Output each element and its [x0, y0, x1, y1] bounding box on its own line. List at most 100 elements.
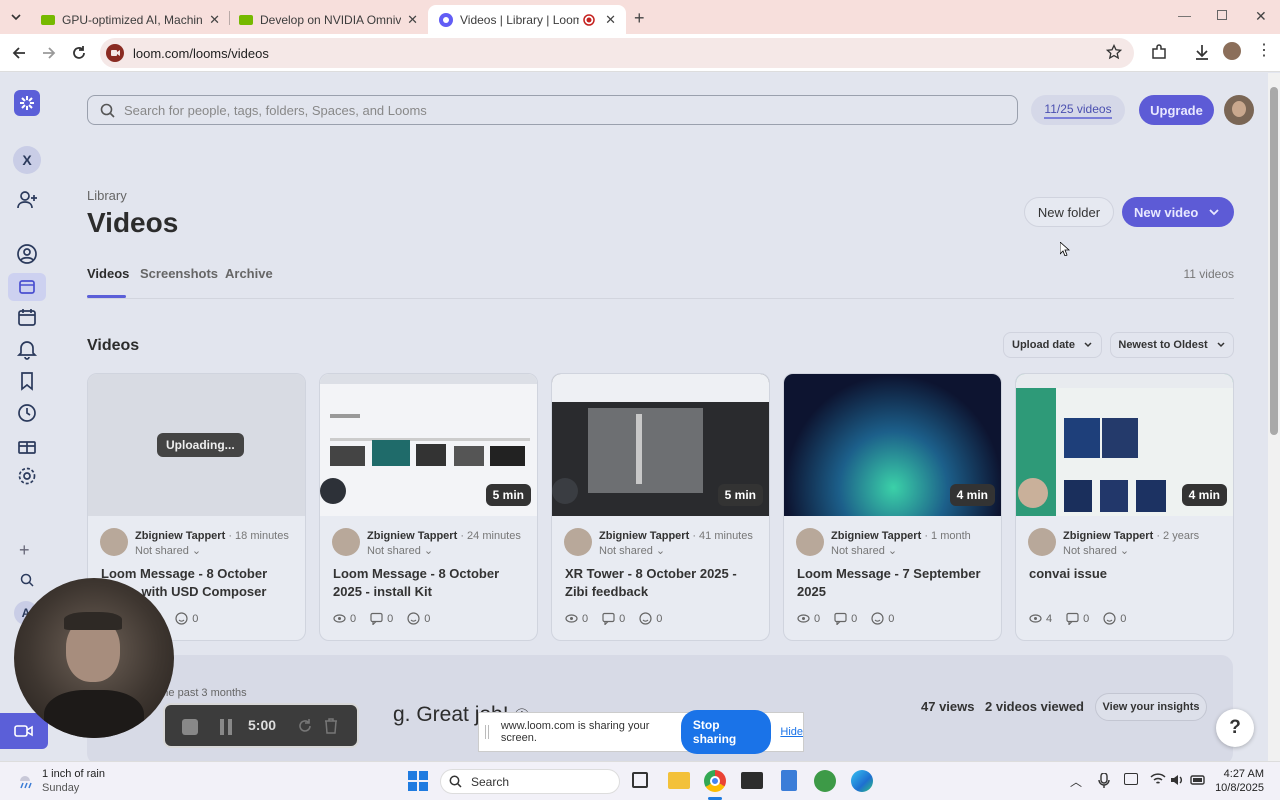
- webcam-bubble[interactable]: [14, 578, 174, 738]
- volume-icon[interactable]: [1170, 773, 1186, 787]
- bookmark-star-icon[interactable]: [1106, 44, 1122, 60]
- loom-page: X + A Search for people, tags, folders, …: [0, 73, 1268, 761]
- stop-sharing-button[interactable]: Stop sharing: [680, 710, 772, 754]
- recording-icon: [583, 13, 595, 26]
- task-view-icon[interactable]: [632, 772, 648, 788]
- restart-icon[interactable]: [297, 718, 313, 734]
- sharing-status[interactable]: Not shared ⌄: [367, 544, 433, 557]
- tab-videos[interactable]: Videos: [87, 266, 129, 281]
- video-title[interactable]: convai issue: [1029, 565, 1225, 583]
- taskbar-search[interactable]: Search: [440, 769, 620, 794]
- close-tab-icon[interactable]: ✕: [605, 12, 616, 28]
- video-card[interactable]: 4 min Zbigniew Tappert · 1 month Not sha…: [783, 373, 1002, 641]
- tab-archive[interactable]: Archive: [225, 266, 273, 281]
- tab-screenshots[interactable]: Screenshots: [140, 266, 218, 281]
- window-close-icon[interactable]: ✕: [1255, 8, 1267, 25]
- settings-gear-icon[interactable]: [16, 465, 38, 487]
- minimize-icon[interactable]: —: [1178, 8, 1191, 23]
- sidebar-item-library-active[interactable]: [8, 273, 46, 301]
- sharing-status[interactable]: Not shared ⌄: [135, 544, 201, 557]
- address-bar[interactable]: loom.com/looms/videos: [100, 38, 1134, 68]
- sidebar-search-icon[interactable]: [20, 573, 34, 587]
- page-scrollbar[interactable]: [1268, 73, 1280, 761]
- video-title[interactable]: Loom Message - 7 September 2025: [797, 565, 993, 601]
- edge-icon[interactable]: [851, 770, 873, 792]
- video-title[interactable]: XR Tower - 8 October 2025 - Zibi feedbac…: [565, 565, 761, 601]
- video-title[interactable]: Loom Message - 8 October 2025 - install …: [333, 565, 529, 601]
- chrome-icon[interactable]: [704, 770, 726, 792]
- profile-circle-icon[interactable]: [16, 243, 38, 265]
- video-thumbnail[interactable]: 4 min: [1016, 374, 1233, 516]
- file-explorer-icon[interactable]: [668, 772, 690, 789]
- new-folder-button[interactable]: New folder: [1024, 197, 1114, 227]
- user-avatar[interactable]: [1224, 95, 1254, 125]
- sort-order-dropdown[interactable]: Newest to Oldest: [1110, 332, 1234, 358]
- weather-condition[interactable]: 1 inch of rain: [42, 768, 105, 780]
- extensions-icon[interactable]: [1150, 43, 1168, 61]
- smile-icon: [639, 612, 652, 625]
- drag-handle-icon[interactable]: [485, 725, 489, 739]
- tab-nvidia-omniverse[interactable]: Develop on NVIDIA Omniverse ✕: [238, 5, 418, 34]
- workspace-avatar[interactable]: X: [13, 146, 41, 174]
- video-thumbnail[interactable]: 5 min: [320, 374, 537, 516]
- back-icon[interactable]: [10, 44, 28, 62]
- battery-icon[interactable]: [1190, 773, 1208, 787]
- video-thumbnail[interactable]: Uploading...: [88, 374, 305, 516]
- tab-nvidia-ai[interactable]: GPU-optimized AI, Machine Le... ✕: [40, 5, 220, 34]
- calendar-icon[interactable]: [16, 306, 38, 328]
- upgrade-button[interactable]: Upgrade: [1139, 95, 1214, 125]
- view-insights-button[interactable]: View your insights: [1095, 693, 1207, 721]
- notepad-icon[interactable]: [781, 770, 797, 791]
- microphone-icon[interactable]: [1098, 773, 1110, 789]
- download-icon[interactable]: [1193, 43, 1211, 61]
- close-tab-icon[interactable]: ✕: [209, 12, 220, 28]
- sharing-status[interactable]: Not shared ⌄: [1063, 544, 1129, 557]
- weather-rain-icon[interactable]: [16, 771, 36, 791]
- sharing-status[interactable]: Not shared ⌄: [831, 544, 897, 557]
- sort-field-dropdown[interactable]: Upload date: [1003, 332, 1102, 358]
- maximize-icon[interactable]: [1217, 10, 1227, 20]
- profile-avatar[interactable]: [1223, 42, 1241, 60]
- video-quota[interactable]: 11/25 videos: [1031, 95, 1125, 125]
- pause-icon[interactable]: [219, 719, 233, 735]
- video-card[interactable]: 5 min Zbigniew Tappert · 24 minutes Not …: [319, 373, 538, 641]
- bell-icon[interactable]: [16, 338, 38, 360]
- loom-logo-icon[interactable]: [14, 90, 40, 116]
- clock-time[interactable]: 4:27 AM: [1218, 768, 1264, 780]
- video-card[interactable]: 4 min Zbigniew Tappert · 2 years Not sha…: [1015, 373, 1234, 641]
- wifi-icon[interactable]: [1150, 773, 1166, 786]
- tab-loom-videos[interactable]: Videos | Library | Loom ✕: [428, 5, 626, 34]
- windows-taskbar: 1 inch of rain Sunday Search ︿ 4:27 AM 1…: [0, 761, 1280, 800]
- hide-link[interactable]: Hide: [780, 726, 803, 738]
- menu-kebab-icon[interactable]: ⋮: [1256, 43, 1272, 59]
- library-icon: [19, 280, 35, 294]
- breadcrumb[interactable]: Library: [87, 188, 127, 203]
- video-thumbnail[interactable]: 4 min: [784, 374, 1001, 516]
- trash-icon[interactable]: [324, 718, 338, 734]
- site-info-icon[interactable]: [106, 44, 124, 62]
- video-thumbnail[interactable]: 5 min: [552, 374, 769, 516]
- new-tab-icon[interactable]: +: [634, 8, 645, 29]
- help-button[interactable]: ?: [1216, 709, 1254, 747]
- scrollbar-thumb[interactable]: [1270, 87, 1278, 435]
- search-input[interactable]: Search for people, tags, folders, Spaces…: [87, 95, 1018, 125]
- clock-date[interactable]: 10/8/2025: [1208, 782, 1264, 794]
- reload-icon[interactable]: [70, 44, 88, 62]
- invite-user-icon[interactable]: [16, 189, 38, 211]
- stop-recording-icon[interactable]: [182, 719, 198, 735]
- tray-chevron-icon[interactable]: ︿: [1070, 773, 1082, 790]
- nvidia-app-icon[interactable]: [814, 770, 836, 792]
- tab-search-icon[interactable]: [8, 9, 24, 25]
- sharing-status[interactable]: Not shared ⌄: [599, 544, 665, 557]
- video-card[interactable]: 5 min Zbigniew Tappert · 41 minutes Not …: [551, 373, 770, 641]
- terminal-icon[interactable]: [741, 772, 763, 789]
- display-icon[interactable]: [1124, 773, 1138, 785]
- windows-start-icon[interactable]: [408, 771, 428, 791]
- gift-icon[interactable]: [16, 434, 38, 456]
- forward-icon[interactable]: [40, 44, 58, 62]
- add-icon[interactable]: +: [19, 540, 30, 561]
- new-video-button[interactable]: New video: [1122, 197, 1234, 227]
- close-tab-icon[interactable]: ✕: [407, 12, 418, 28]
- clock-icon[interactable]: [16, 402, 38, 424]
- bookmark-icon[interactable]: [16, 370, 38, 392]
